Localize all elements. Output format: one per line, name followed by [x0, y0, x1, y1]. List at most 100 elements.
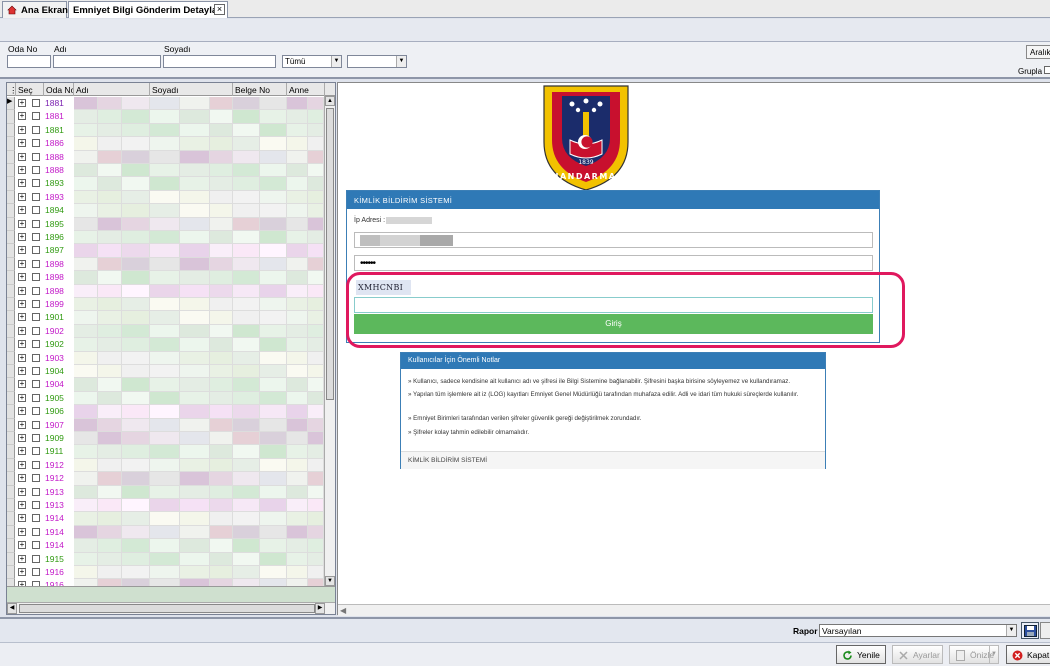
- row-selector[interactable]: [7, 552, 15, 566]
- table-row[interactable]: +1911: [7, 445, 325, 459]
- expand-icon[interactable]: +: [18, 326, 26, 335]
- select-checkbox[interactable]: [32, 527, 40, 536]
- adi-input[interactable]: [53, 55, 161, 68]
- chevron-down-icon[interactable]: ▼: [989, 646, 998, 663]
- expand-icon[interactable]: +: [18, 353, 26, 362]
- expand-icon[interactable]: +: [18, 246, 26, 255]
- column-header-belge-no[interactable]: Belge No: [233, 83, 287, 96]
- column-header-anne[interactable]: Anne: [287, 83, 325, 96]
- table-row[interactable]: +1912: [7, 472, 325, 486]
- row-selector[interactable]: [7, 190, 15, 205]
- secondary-select[interactable]: ▼: [347, 55, 407, 68]
- more-button[interactable]: [1040, 622, 1050, 639]
- expand-icon[interactable]: +: [18, 420, 26, 429]
- table-row[interactable]: +1904: [7, 378, 325, 392]
- expand-icon[interactable]: +: [18, 380, 26, 389]
- scroll-left-icon[interactable]: ◀: [340, 606, 346, 615]
- expand-icon[interactable]: +: [18, 554, 26, 563]
- expand-icon[interactable]: +: [18, 112, 26, 121]
- table-row[interactable]: +1914: [7, 525, 325, 540]
- row-selector[interactable]: [7, 418, 15, 432]
- select-checkbox[interactable]: [32, 447, 40, 456]
- kapat-button[interactable]: Kapat: [1006, 645, 1050, 664]
- table-row[interactable]: +1904: [7, 365, 325, 379]
- select-checkbox[interactable]: [32, 541, 40, 550]
- table-row[interactable]: +1881: [7, 123, 325, 138]
- row-selector[interactable]: [7, 257, 15, 272]
- select-checkbox[interactable]: [32, 166, 40, 174]
- table-row[interactable]: +1897: [7, 244, 325, 258]
- table-row[interactable]: +1913: [7, 485, 325, 499]
- select-checkbox[interactable]: [32, 192, 40, 201]
- table-row[interactable]: +1916: [7, 566, 325, 580]
- table-row[interactable]: +1915: [7, 552, 325, 566]
- row-selector[interactable]: [7, 204, 15, 218]
- expand-icon[interactable]: +: [18, 179, 26, 188]
- expand-icon[interactable]: +: [18, 259, 26, 268]
- table-row[interactable]: +1888: [7, 164, 325, 178]
- expand-icon[interactable]: +: [18, 340, 26, 349]
- row-selector[interactable]: [7, 110, 15, 124]
- expand-icon[interactable]: +: [18, 393, 26, 402]
- onizle-button[interactable]: Önizle ▼: [949, 645, 999, 664]
- row-selector[interactable]: [7, 298, 15, 312]
- grupla-checkbox[interactable]: [1044, 66, 1050, 74]
- expand-icon[interactable]: +: [18, 367, 26, 375]
- table-row[interactable]: +1899: [7, 298, 325, 312]
- select-checkbox[interactable]: [32, 313, 40, 322]
- select-checkbox[interactable]: [32, 353, 40, 362]
- expand-icon[interactable]: +: [18, 300, 26, 308]
- row-selector[interactable]: [7, 244, 15, 258]
- expand-icon[interactable]: +: [18, 474, 26, 483]
- expand-icon[interactable]: +: [18, 219, 26, 228]
- username-input[interactable]: [354, 232, 873, 248]
- table-row[interactable]: +1898: [7, 257, 325, 272]
- expand-icon[interactable]: +: [18, 568, 26, 576]
- column-header-soyadi[interactable]: Soyadı: [150, 83, 233, 96]
- select-checkbox[interactable]: [32, 99, 40, 107]
- expand-icon[interactable]: +: [18, 460, 26, 469]
- expand-icon[interactable]: +: [18, 192, 26, 201]
- table-row[interactable]: +1898: [7, 271, 325, 285]
- table-row[interactable]: +1902: [7, 324, 325, 339]
- row-selector[interactable]: [7, 284, 15, 298]
- select-checkbox[interactable]: [32, 434, 40, 442]
- expand-icon[interactable]: +: [18, 152, 26, 161]
- row-selector[interactable]: [7, 378, 15, 392]
- soyadi-input[interactable]: [163, 55, 276, 68]
- aralik-button[interactable]: Aralık: [1026, 45, 1050, 59]
- expand-icon[interactable]: +: [18, 286, 26, 295]
- select-checkbox[interactable]: [32, 233, 40, 241]
- expand-icon[interactable]: +: [18, 514, 26, 523]
- select-checkbox[interactable]: [32, 152, 40, 161]
- row-selector[interactable]: [7, 485, 15, 499]
- expand-icon[interactable]: +: [18, 233, 26, 241]
- column-header-adi[interactable]: Adı: [74, 83, 150, 96]
- table-row[interactable]: +1914: [7, 539, 325, 553]
- table-row[interactable]: +1906: [7, 405, 325, 419]
- expand-icon[interactable]: +: [18, 206, 26, 215]
- scroll-thumb[interactable]: [19, 604, 315, 613]
- expand-icon[interactable]: +: [18, 487, 26, 496]
- table-row[interactable]: +1898: [7, 284, 325, 298]
- select-checkbox[interactable]: [32, 139, 40, 148]
- grid-header-rowsel[interactable]: ⋮: [7, 83, 16, 96]
- row-selector[interactable]: [7, 123, 15, 138]
- row-selector[interactable]: [7, 499, 15, 513]
- row-selector[interactable]: [7, 177, 15, 191]
- row-selector[interactable]: [7, 217, 15, 231]
- expand-icon[interactable]: +: [18, 434, 26, 442]
- table-row[interactable]: +1909: [7, 432, 325, 446]
- expand-icon[interactable]: +: [18, 99, 26, 107]
- row-selector[interactable]: [7, 271, 15, 285]
- row-selector[interactable]: [7, 512, 15, 526]
- select-checkbox[interactable]: [32, 487, 40, 496]
- table-row[interactable]: +1903: [7, 351, 325, 365]
- select-checkbox[interactable]: [32, 474, 40, 483]
- select-checkbox[interactable]: [32, 259, 40, 268]
- table-row[interactable]: +1901: [7, 311, 325, 325]
- row-selector[interactable]: [7, 137, 15, 151]
- select-checkbox[interactable]: [32, 112, 40, 121]
- table-row[interactable]: +1907: [7, 418, 325, 432]
- tab-emniyet-bilgi[interactable]: Emniyet Bilgi Gönderim Detayları ×: [68, 1, 228, 18]
